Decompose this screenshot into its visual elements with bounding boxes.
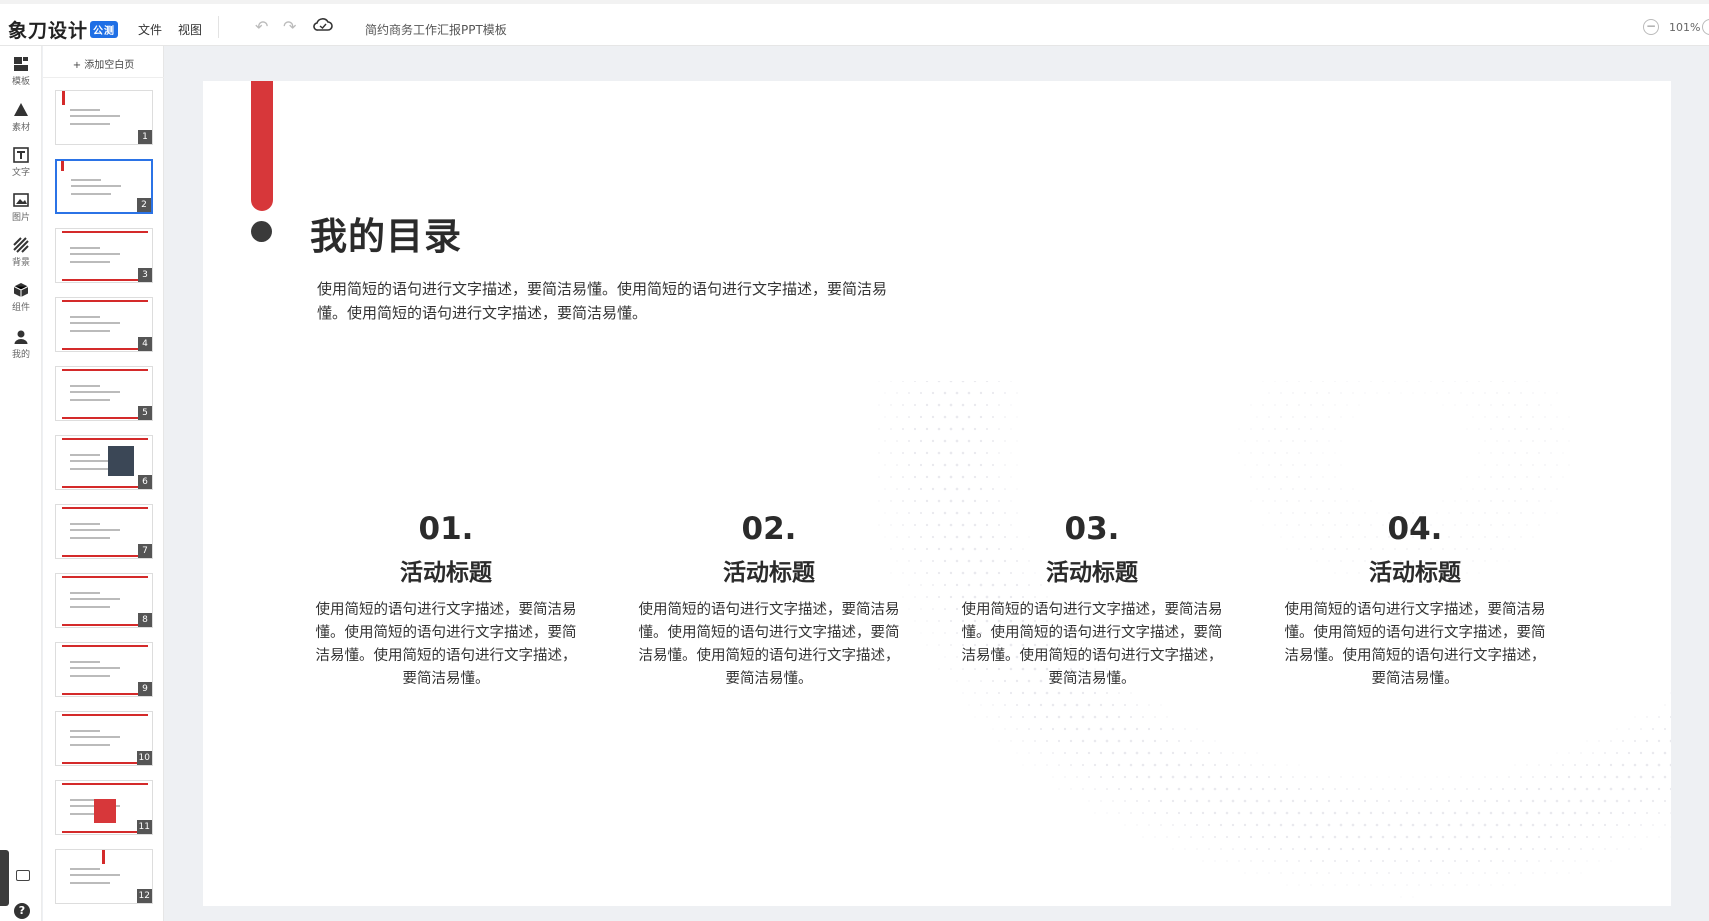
slide-thumbnail[interactable]: 1 (55, 90, 153, 145)
zoom-out-button[interactable]: − (1643, 19, 1659, 35)
rail-item-image[interactable]: 图片 (0, 192, 42, 223)
slide-thumbnail[interactable]: 5 (55, 366, 153, 421)
toc-text: 使用简短的语句进行文字描述，要简洁易懂。使用简短的语句进行文字描述，要简洁易懂。… (1284, 602, 1546, 687)
slide-number: 2 (137, 198, 151, 212)
slide-number: 3 (138, 268, 152, 282)
toc-item[interactable]: 03. 活动标题 使用简短的语句进行文字描述，要简洁易懂。使用简短的语句进行文字… (960, 511, 1224, 691)
shapes-icon (14, 103, 28, 116)
rail-item-component[interactable]: 组件 (0, 282, 42, 313)
rail-label: 模板 (11, 77, 30, 87)
document-title[interactable]: 简约商务工作汇报PPT模板 (365, 21, 507, 38)
rail-item-mine[interactable]: 我的 (0, 329, 42, 360)
rail-label: 组件 (11, 303, 30, 313)
redo-icon[interactable]: ↷ (283, 17, 296, 36)
component-icon (13, 283, 29, 297)
slide-thumbnail[interactable]: 9 (55, 642, 153, 697)
rail-item-text[interactable]: 文字 (0, 147, 42, 178)
toc-number: 02. (741, 511, 797, 547)
rail-label: 素材 (11, 123, 30, 133)
help-icon[interactable]: ? (14, 903, 30, 919)
menu-file[interactable]: 文件 (138, 21, 162, 38)
toc-title: 活动标题 (400, 560, 492, 586)
rail-label: 文字 (11, 168, 30, 178)
toc-number: 01. (418, 511, 474, 547)
add-blank-page-button[interactable]: + 添加空白页 (43, 54, 164, 78)
slide-thumbnail[interactable]: 11 (55, 780, 153, 835)
toolbar-divider (218, 16, 219, 38)
toc-number: 03. (1064, 511, 1120, 547)
slide-number: 10 (136, 751, 152, 765)
slide-number: 6 (138, 475, 152, 489)
undo-icon[interactable]: ↶ (255, 17, 268, 36)
zoom-level: 101% (1669, 21, 1701, 34)
toc-text: 使用简短的语句进行文字描述，要简洁易懂。使用简短的语句进行文字描述，要简洁易懂。… (638, 602, 900, 687)
slide-number: 11 (136, 820, 152, 834)
template-icon (14, 57, 28, 71)
slide-canvas[interactable]: 我的目录 使用简短的语句进行文字描述，要简洁易懂。使用简短的语句进行文字描述，要… (203, 81, 1671, 906)
image-icon (13, 193, 29, 207)
rail-item-background[interactable]: 背景 (0, 237, 42, 268)
slide-description[interactable]: 使用简短的语句进行文字描述，要简洁易懂。使用简短的语句进行文字描述，要简洁易懂。… (317, 277, 887, 325)
logo-text: 象刀设计 (8, 20, 89, 42)
slide-title[interactable]: 我的目录 (310, 206, 462, 260)
beta-badge: 公测 (90, 21, 119, 38)
toc-title: 活动标题 (1046, 560, 1138, 586)
toc-number: 04. (1387, 511, 1443, 547)
top-bar: 象刀设计 公测 文件 视图 ↶ ↷ 简约商务工作汇报PPT模板 − 101% (0, 0, 1709, 46)
slide-thumbnail[interactable]: 12 (55, 849, 153, 904)
cloud-save-icon[interactable] (313, 17, 333, 37)
slide-number: 5 (138, 406, 152, 420)
rail-item-template[interactable]: 模板 (0, 56, 42, 87)
zoom-in-button[interactable] (1702, 19, 1709, 35)
toc-title: 活动标题 (1369, 560, 1461, 586)
slide-number: 9 (138, 682, 152, 696)
app-logo[interactable]: 象刀设计 公测 (8, 16, 119, 43)
side-handle[interactable] (0, 850, 9, 906)
panel-toggle-icon[interactable] (16, 870, 30, 881)
toc-text: 使用简短的语句进行文字描述，要简洁易懂。使用简短的语句进行文字描述，要简洁易懂。… (315, 602, 577, 687)
slide-thumbnail[interactable]: 3 (55, 228, 153, 283)
slide-thumbnail[interactable]: 10 (55, 711, 153, 766)
rail-label: 背景 (11, 258, 30, 268)
user-icon (14, 330, 28, 344)
slide-number: 1 (138, 130, 152, 144)
slide-number: 7 (138, 544, 152, 558)
slide-thumbnail[interactable]: 8 (55, 573, 153, 628)
menu-view[interactable]: 视图 (178, 21, 202, 38)
accent-bar (251, 81, 273, 211)
toc-item[interactable]: 04. 活动标题 使用简短的语句进行文字描述，要简洁易懂。使用简短的语句进行文字… (1283, 511, 1547, 691)
rail-label: 我的 (11, 350, 30, 360)
slide-thumbnail[interactable]: 6 (55, 435, 153, 490)
slide-thumbnail[interactable]: 2 (55, 159, 153, 214)
slide-number: 4 (138, 337, 152, 351)
toc-title: 活动标题 (723, 560, 815, 586)
text-icon (13, 147, 29, 163)
rail-item-material[interactable]: 素材 (0, 102, 42, 133)
slide-thumbnail[interactable]: 7 (55, 504, 153, 559)
rail-label: 图片 (11, 213, 30, 223)
toc-text: 使用简短的语句进行文字描述，要简洁易懂。使用简短的语句进行文字描述，要简洁易懂。… (961, 602, 1223, 687)
slide-thumbnail[interactable]: 4 (55, 297, 153, 352)
left-rail: 模板 素材 文字 图片 背景 组件 我的 ? (0, 46, 42, 921)
slide-number: 8 (138, 613, 152, 627)
background-icon (13, 237, 29, 253)
slide-list-panel: + 添加空白页 1 2 3 4 5 6 7 8 9 10 11 12 (43, 46, 164, 921)
toc-item[interactable]: 01. 活动标题 使用简短的语句进行文字描述，要简洁易懂。使用简短的语句进行文字… (314, 511, 578, 691)
toc-item[interactable]: 02. 活动标题 使用简短的语句进行文字描述，要简洁易懂。使用简短的语句进行文字… (637, 511, 901, 691)
accent-dot (251, 221, 272, 242)
slide-number: 12 (136, 889, 152, 903)
